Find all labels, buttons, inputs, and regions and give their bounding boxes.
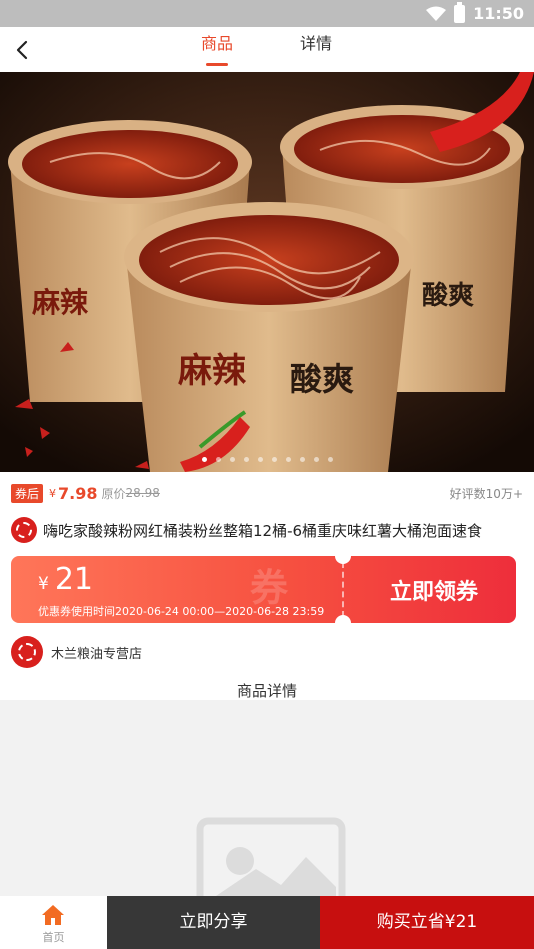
carousel-dot[interactable] xyxy=(299,457,305,462)
bottom-action-bar: 首页 立即分享 购买立省¥21 xyxy=(0,896,534,949)
carousel-dot[interactable] xyxy=(201,457,207,462)
image-placeholder-icon xyxy=(196,817,346,896)
svg-text:麻辣: 麻辣 xyxy=(32,286,89,319)
home-label: 首页 xyxy=(42,931,65,944)
carousel-dot[interactable] xyxy=(215,457,221,462)
product-photo: 麻辣 酸爽 麻辣 酸爽 xyxy=(0,72,534,472)
active-tab-indicator xyxy=(206,63,228,66)
wifi-icon xyxy=(426,6,447,21)
carousel-dot[interactable] xyxy=(327,457,333,462)
back-button[interactable] xyxy=(10,36,38,64)
carousel-dot[interactable] xyxy=(285,457,291,462)
price-currency: ¥ xyxy=(49,486,57,500)
title-row: 嗨吃家酸辣粉网红桶装粉丝整箱12桶-6桶重庆味红薯大桶泡面速食 xyxy=(11,517,523,543)
carousel-dot[interactable] xyxy=(257,457,263,462)
svg-text:酸爽: 酸爽 xyxy=(290,360,354,398)
home-button[interactable]: 首页 xyxy=(0,896,107,949)
svg-text:麻辣: 麻辣 xyxy=(178,351,247,391)
carousel-dot[interactable] xyxy=(229,457,235,462)
detail-content xyxy=(0,700,534,896)
coupon-value: 21 xyxy=(54,562,94,597)
shop-row[interactable]: 木兰粮油专营店 xyxy=(11,636,142,668)
coupon-amount: ¥21 xyxy=(38,562,93,597)
product-title: 嗨吃家酸辣粉网红桶装粉丝整箱12桶-6桶重庆味红薯大桶泡面速食 xyxy=(43,521,483,540)
buy-button[interactable]: 购买立省¥21 xyxy=(320,896,534,949)
share-button[interactable]: 立即分享 xyxy=(107,896,320,949)
original-price: 28.98 xyxy=(125,486,160,500)
top-nav: 商品 详情 xyxy=(0,27,534,72)
product-info: 券后 ¥ 7.98 原价 28.98 好评数10万+ 嗨吃家酸辣粉网红桶装粉丝整… xyxy=(0,472,534,700)
product-image-carousel[interactable]: 麻辣 酸爽 麻辣 酸爽 xyxy=(0,72,534,472)
carousel-dot[interactable] xyxy=(243,457,249,462)
svg-text:酸爽: 酸爽 xyxy=(422,281,474,311)
carousel-dot[interactable] xyxy=(313,457,319,462)
battery-icon xyxy=(454,1,466,23)
coupon-divider xyxy=(342,562,344,617)
detail-heading: 商品详情 xyxy=(236,682,297,700)
coupon-notch xyxy=(335,615,351,623)
coupon-card[interactable]: ¥21 券 优惠券使用时间2020-06-24 00:00—2020-06-28… xyxy=(11,556,516,623)
original-price-label: 原价 xyxy=(101,486,126,501)
final-price: 7.98 xyxy=(58,483,98,503)
shop-logo-icon xyxy=(11,517,37,543)
praise-count: 好评数10万+ xyxy=(449,486,523,501)
status-bar: 11:50 xyxy=(0,0,534,27)
home-icon xyxy=(42,905,64,925)
coupon-currency: ¥ xyxy=(38,574,49,594)
back-arrow-icon xyxy=(16,40,28,60)
after-coupon-badge: 券后 xyxy=(11,483,44,503)
coupon-validity: 优惠券使用时间2020-06-24 00:00—2020-06-28 23:59 xyxy=(38,605,325,618)
carousel-indicator xyxy=(0,457,534,462)
product-page: 11:50 商品 详情 麻辣 酸爽 麻辣 酸爽 券后 ¥ 7.98 原价 28.… xyxy=(0,0,534,949)
shop-name[interactable]: 木兰粮油专营店 xyxy=(51,643,142,662)
tab-detail[interactable]: 详情 xyxy=(286,27,346,72)
status-time: 11:50 xyxy=(473,4,524,23)
coupon-notch xyxy=(335,556,351,564)
price-row: 券后 ¥ 7.98 原价 28.98 好评数10万+ xyxy=(11,483,523,503)
carousel-dot[interactable] xyxy=(271,457,277,462)
shop-avatar xyxy=(11,636,43,668)
claim-coupon-button[interactable]: 立即领券 xyxy=(359,574,509,606)
